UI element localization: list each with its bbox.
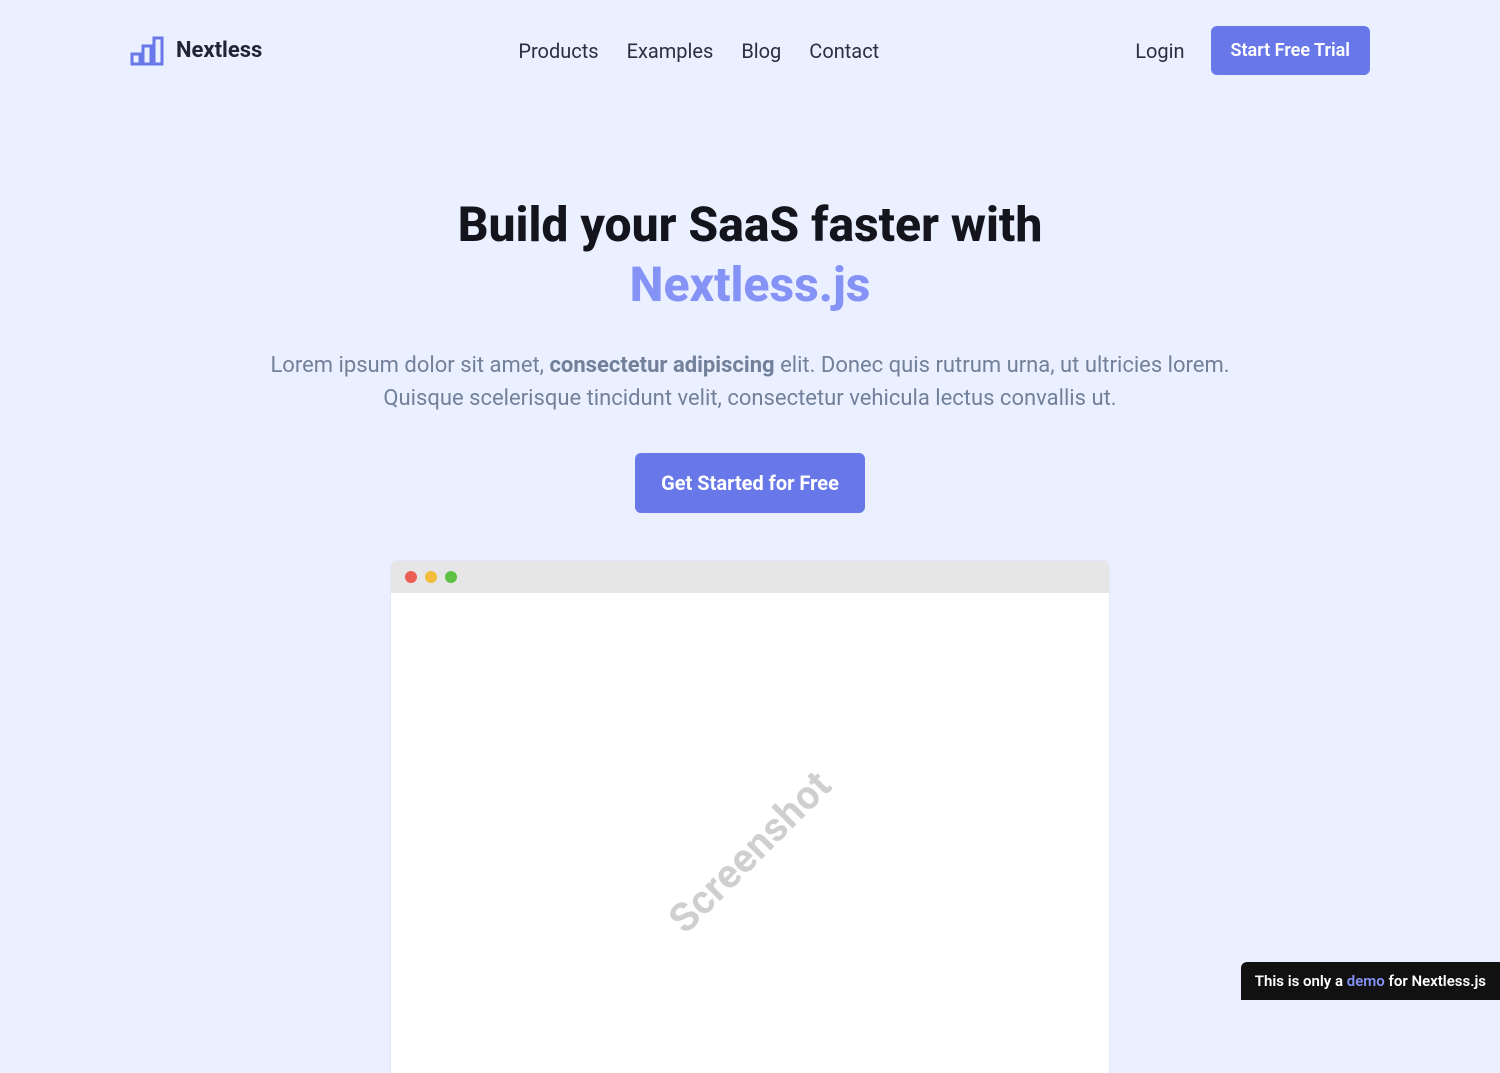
- traffic-light-zoom-icon: [445, 571, 457, 583]
- screenshot-window: Screenshot: [391, 561, 1109, 1073]
- hero-sub-bold: consectetur adipiscing: [549, 353, 774, 378]
- traffic-light-minimize-icon: [425, 571, 437, 583]
- window-chrome: [391, 561, 1109, 593]
- hero-title-plain: Build your SaaS faster with: [458, 196, 1043, 253]
- hero-title-accent: Nextless.js: [630, 256, 871, 313]
- main-nav: Products Examples Blog Contact: [518, 39, 879, 63]
- traffic-light-close-icon: [405, 571, 417, 583]
- screenshot-watermark: Screenshot: [659, 761, 840, 942]
- nav-contact[interactable]: Contact: [809, 39, 879, 63]
- bars-logo-icon: [130, 36, 164, 66]
- hero-sub-before: Lorem ipsum dolor sit amet,: [270, 353, 549, 378]
- screenshot-canvas: Screenshot: [391, 593, 1109, 1073]
- brand[interactable]: Nextless: [130, 36, 262, 66]
- ribbon-before: This is only a: [1255, 972, 1347, 990]
- get-started-button[interactable]: Get Started for Free: [635, 453, 865, 513]
- header-right: Login Start Free Trial: [1135, 26, 1370, 75]
- start-trial-button[interactable]: Start Free Trial: [1211, 26, 1370, 75]
- ribbon-demo-word: demo: [1347, 972, 1385, 990]
- brand-name: Nextless: [176, 38, 262, 63]
- site-header: Nextless Products Examples Blog Contact …: [0, 0, 1500, 75]
- demo-ribbon[interactable]: This is only a demo for Nextless.js: [1241, 962, 1500, 1000]
- nav-products[interactable]: Products: [518, 39, 598, 63]
- nav-examples[interactable]: Examples: [627, 39, 714, 63]
- hero: Build your SaaS faster with Nextless.js …: [225, 195, 1275, 513]
- nav-blog[interactable]: Blog: [741, 39, 781, 63]
- login-link[interactable]: Login: [1135, 39, 1184, 63]
- hero-title: Build your SaaS faster with Nextless.js: [245, 195, 1255, 315]
- hero-sub: Lorem ipsum dolor sit amet, consectetur …: [245, 349, 1255, 415]
- ribbon-after: for Nextless.js: [1385, 972, 1486, 990]
